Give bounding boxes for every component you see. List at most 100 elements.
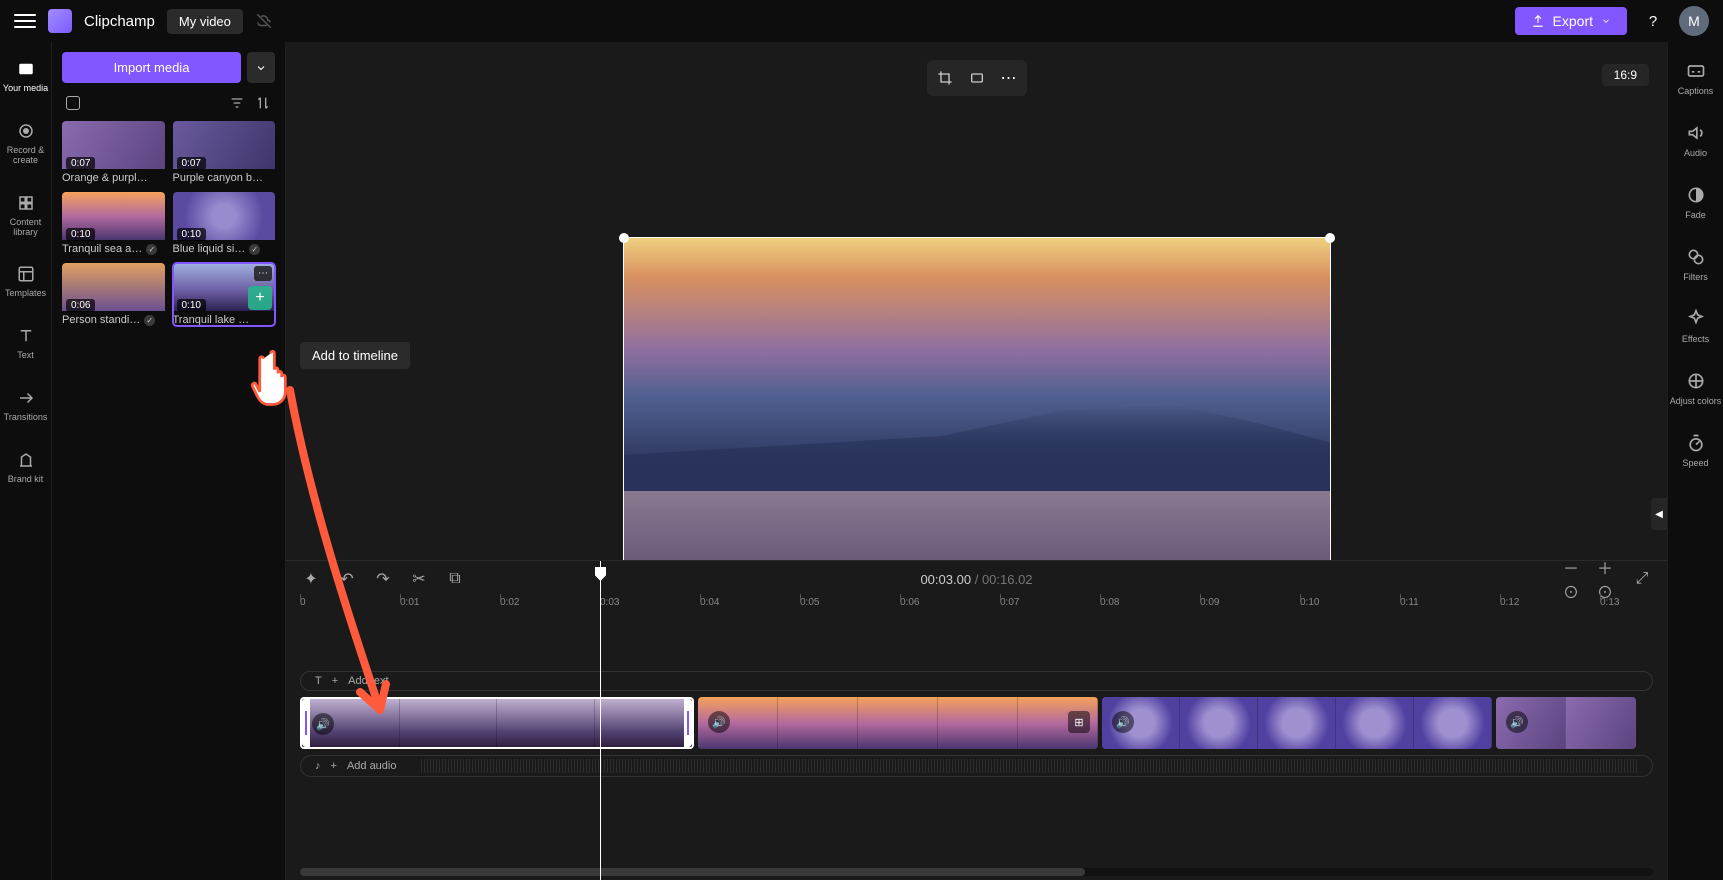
captions-icon <box>1685 60 1707 82</box>
export-button[interactable]: Export <box>1515 7 1627 35</box>
clip-3[interactable]: 🔊 <box>1102 697 1492 749</box>
canvas-toolbar: ⋯ <box>927 60 1027 96</box>
audio-track-icon: ♪ <box>315 760 321 772</box>
editor-center: ⋯ 16:9 ↻ ◀ ✦ <box>286 42 1667 880</box>
fade-icon <box>1685 184 1707 206</box>
media-grid: 0:07 Orange & purpl… 0:07 Purple canyon … <box>62 121 275 326</box>
select-all-checkbox[interactable] <box>66 96 80 110</box>
brand-kit-icon <box>15 449 37 471</box>
media-thumb-1[interactable]: 0:07 Purple canyon b… <box>173 121 276 184</box>
templates-icon <box>15 263 37 285</box>
zoom-in-button[interactable]: ＋⊙ <box>1597 568 1619 590</box>
playhead[interactable] <box>600 561 601 880</box>
panel-speed[interactable]: Speed <box>1668 428 1723 472</box>
zoom-out-button[interactable]: －⊙ <box>1563 568 1585 590</box>
library-icon <box>15 192 37 214</box>
resize-handle-tr[interactable] <box>1325 233 1335 243</box>
clip-2[interactable]: 🔊 ⊞ <box>698 697 1098 749</box>
thumb-duration: 0:10 <box>177 228 206 241</box>
nav-transitions[interactable]: Transitions <box>0 383 51 427</box>
thumb-duration: 0:10 <box>177 299 206 312</box>
import-media-button[interactable]: Import media <box>62 52 241 83</box>
clip-transition-icon[interactable]: ⊞ <box>1068 711 1090 733</box>
media-thumb-5[interactable]: ⋯ + 0:10 Tranquil lake … <box>173 263 276 326</box>
panel-fade[interactable]: Fade <box>1668 180 1723 224</box>
timeline-scrollbar[interactable] <box>300 868 1653 876</box>
collapse-right-panel[interactable]: ◀ <box>1651 498 1667 530</box>
panel-captions[interactable]: Captions <box>1668 56 1723 100</box>
panel-filters[interactable]: Filters <box>1668 242 1723 286</box>
canvas-more-button[interactable]: ⋯ <box>995 64 1023 92</box>
app-logo <box>48 9 72 33</box>
annotation-cursor-icon <box>250 346 306 410</box>
resize-handle-tl[interactable] <box>619 233 629 243</box>
text-track-icon: T <box>315 675 322 687</box>
thumb-duration: 0:07 <box>177 157 206 170</box>
add-to-timeline-tooltip: Add to timeline <box>300 342 410 369</box>
crop-button[interactable] <box>931 64 959 92</box>
nav-record-create[interactable]: Record & create <box>0 116 51 170</box>
menu-icon[interactable] <box>14 10 36 32</box>
sync-off-icon <box>255 12 273 30</box>
clip-trim-right[interactable] <box>684 699 692 747</box>
timeline-scrollbar-thumb[interactable] <box>300 868 1085 876</box>
thumb-more-icon[interactable]: ⋯ <box>254 266 272 281</box>
fit-icon <box>969 70 985 86</box>
media-thumb-2[interactable]: 0:10 Tranquil sea a…✓ <box>62 192 165 255</box>
effects-icon <box>1685 308 1707 330</box>
project-name-tab[interactable]: My video <box>167 9 243 34</box>
clip-audio-icon[interactable]: 🔊 <box>312 713 334 735</box>
fit-button[interactable] <box>963 64 991 92</box>
clip-audio-icon[interactable]: 🔊 <box>708 711 730 733</box>
total-time: 00:16.02 <box>982 572 1033 587</box>
media-thumb-0[interactable]: 0:07 Orange & purpl… <box>62 121 165 184</box>
used-check-icon: ✓ <box>146 244 157 255</box>
text-track-label: Add text <box>348 675 388 687</box>
more-icon: ⋯ <box>1001 68 1017 88</box>
filter-icon[interactable] <box>229 95 245 111</box>
panel-adjust-colors[interactable]: Adjust colors <box>1668 366 1723 410</box>
filters-icon <box>1685 246 1707 268</box>
clip-4[interactable]: 🔊 <box>1496 697 1636 749</box>
record-icon <box>15 120 37 142</box>
add-track-button[interactable]: ✦ <box>300 568 322 590</box>
thumb-duration: 0:06 <box>66 299 95 312</box>
thumb-duration: 0:07 <box>66 157 95 170</box>
nav-content-library[interactable]: Content library <box>0 188 51 242</box>
media-thumb-4[interactable]: 0:06 Person standi…✓ <box>62 263 165 326</box>
split-button[interactable]: ✂ <box>408 568 430 590</box>
nav-text[interactable]: Text <box>0 321 51 365</box>
chevron-down-icon <box>1601 16 1611 26</box>
media-panel: Import media 0:07 Orange & purpl… 0:07 P… <box>52 42 286 880</box>
nav-your-media[interactable]: Your media <box>0 54 51 98</box>
left-nav-rail: Your media Record & create Content libra… <box>0 42 52 880</box>
text-icon <box>15 325 37 347</box>
redo-button[interactable]: ↷ <box>372 568 394 590</box>
avatar[interactable]: M <box>1679 6 1709 36</box>
clip-audio-icon[interactable]: 🔊 <box>1112 711 1134 733</box>
aspect-ratio-button[interactable]: 16:9 <box>1602 64 1649 86</box>
panel-audio[interactable]: Audio <box>1668 118 1723 162</box>
import-media-dropdown[interactable] <box>247 52 275 83</box>
audio-track-placeholder[interactable]: ♪ + Add audio <box>300 755 1653 777</box>
add-to-timeline-button[interactable]: + <box>248 286 272 310</box>
text-track-placeholder[interactable]: T + Add text <box>300 671 1653 691</box>
sort-icon[interactable] <box>255 95 271 111</box>
timeline-ruler[interactable]: 0 0:01 0:02 0:03 0:04 0:05 0:06 0:07 0:0… <box>300 597 1653 621</box>
used-check-icon: ✓ <box>144 315 155 326</box>
nav-brand-kit[interactable]: Brand kit <box>0 445 51 489</box>
media-thumb-3[interactable]: 0:10 Blue liquid si…✓ <box>173 192 276 255</box>
nav-templates[interactable]: Templates <box>0 259 51 303</box>
panel-effects[interactable]: Effects <box>1668 304 1723 348</box>
help-button[interactable]: ? <box>1639 7 1667 35</box>
top-bar: Clipchamp My video Export ? M <box>0 0 1723 42</box>
undo-button[interactable]: ↶ <box>336 568 358 590</box>
brand-name: Clipchamp <box>84 13 155 30</box>
upload-icon <box>1531 14 1545 28</box>
clip-1[interactable]: 🔊 <box>300 697 694 749</box>
clip-trim-left[interactable] <box>302 699 310 747</box>
clip-audio-icon[interactable]: 🔊 <box>1506 711 1528 733</box>
export-button-label: Export <box>1553 13 1593 29</box>
copy-button[interactable]: ⧉ <box>444 568 466 590</box>
zoom-fit-button[interactable]: ⤢ <box>1631 568 1653 590</box>
